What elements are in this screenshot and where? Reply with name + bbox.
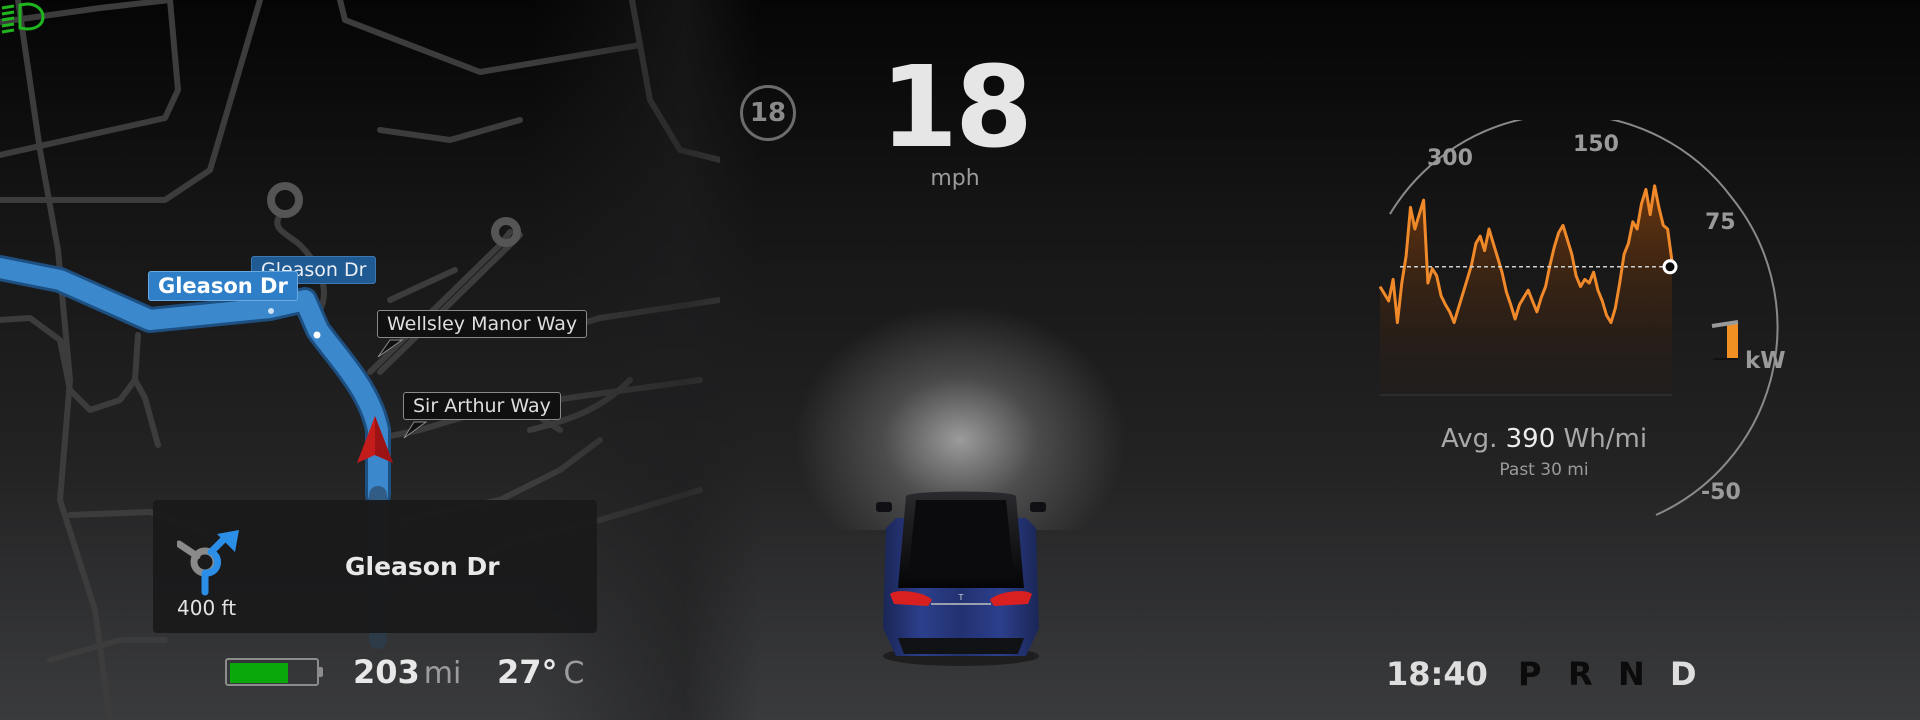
speed-limit-sign: 18 [740, 85, 796, 141]
power-scale-label: 300 [1427, 146, 1473, 171]
road [47, 637, 168, 663]
road [337, 0, 643, 75]
turn-by-turn-card[interactable]: 400 ft Gleason Dr [153, 500, 597, 633]
power-scale-label: 150 [1573, 132, 1619, 157]
avg-label: Avg. [1440, 424, 1498, 454]
power-scale-label: 75 [1705, 210, 1736, 235]
headlight-glow [740, 230, 1180, 530]
battery-indicator [225, 658, 323, 688]
current-speed: 18 [880, 43, 1033, 173]
current-consumption-marker [1662, 259, 1678, 275]
clock: 18:40 [1386, 655, 1488, 693]
gear-drive: D [1670, 655, 1697, 693]
gear-park: P [1518, 655, 1542, 693]
vehicle-rear-view-icon: T [876, 491, 1046, 666]
mirror [1030, 502, 1046, 512]
cul-de-sac [267, 182, 303, 218]
power-unit: kW [1745, 348, 1786, 374]
cul-de-sac [491, 217, 521, 247]
waypoint-dot [268, 308, 274, 314]
current-power-bar [1727, 324, 1738, 358]
road [629, 0, 720, 163]
turn-distance: 400 ft [177, 596, 237, 620]
next-street-name: Gleason Dr [345, 552, 500, 581]
svg-text:T: T [958, 593, 964, 602]
power-scale-label: -50 [1701, 480, 1741, 505]
range-readout[interactable]: 203 mi [353, 653, 461, 691]
temperature-value: 27° [497, 653, 558, 691]
avg-value: 390 [1505, 424, 1556, 454]
waypoint-dot [313, 331, 321, 339]
road [132, 377, 161, 448]
road [377, 117, 523, 143]
range-value: 203 [353, 653, 420, 691]
map-street-label[interactable]: Wellsley Manor Way [377, 310, 588, 338]
range-unit: mi [423, 656, 462, 691]
battery-tip [319, 667, 323, 677]
battery-icon [225, 658, 319, 686]
speed-unit: mph [930, 166, 980, 191]
roundabout-exit-right-icon [177, 530, 239, 596]
outside-temperature: 27° C [497, 653, 584, 691]
mirror [876, 502, 892, 512]
map-street-label[interactable]: Sir Arthur Way [403, 392, 561, 420]
average-consumption[interactable]: Avg. 390 Wh/mi [1360, 424, 1728, 454]
average-period: Past 30 mi [1499, 460, 1589, 480]
gear-neutral: N [1618, 655, 1645, 693]
avg-unit: Wh/mi [1563, 424, 1648, 454]
gear-reverse: R [1568, 655, 1593, 693]
battery-fill [230, 663, 288, 683]
road [377, 232, 523, 375]
map-route-label[interactable]: Gleason Dr [148, 271, 298, 301]
headlight-on-icon [1, 2, 45, 34]
temperature-unit: C [563, 656, 585, 691]
